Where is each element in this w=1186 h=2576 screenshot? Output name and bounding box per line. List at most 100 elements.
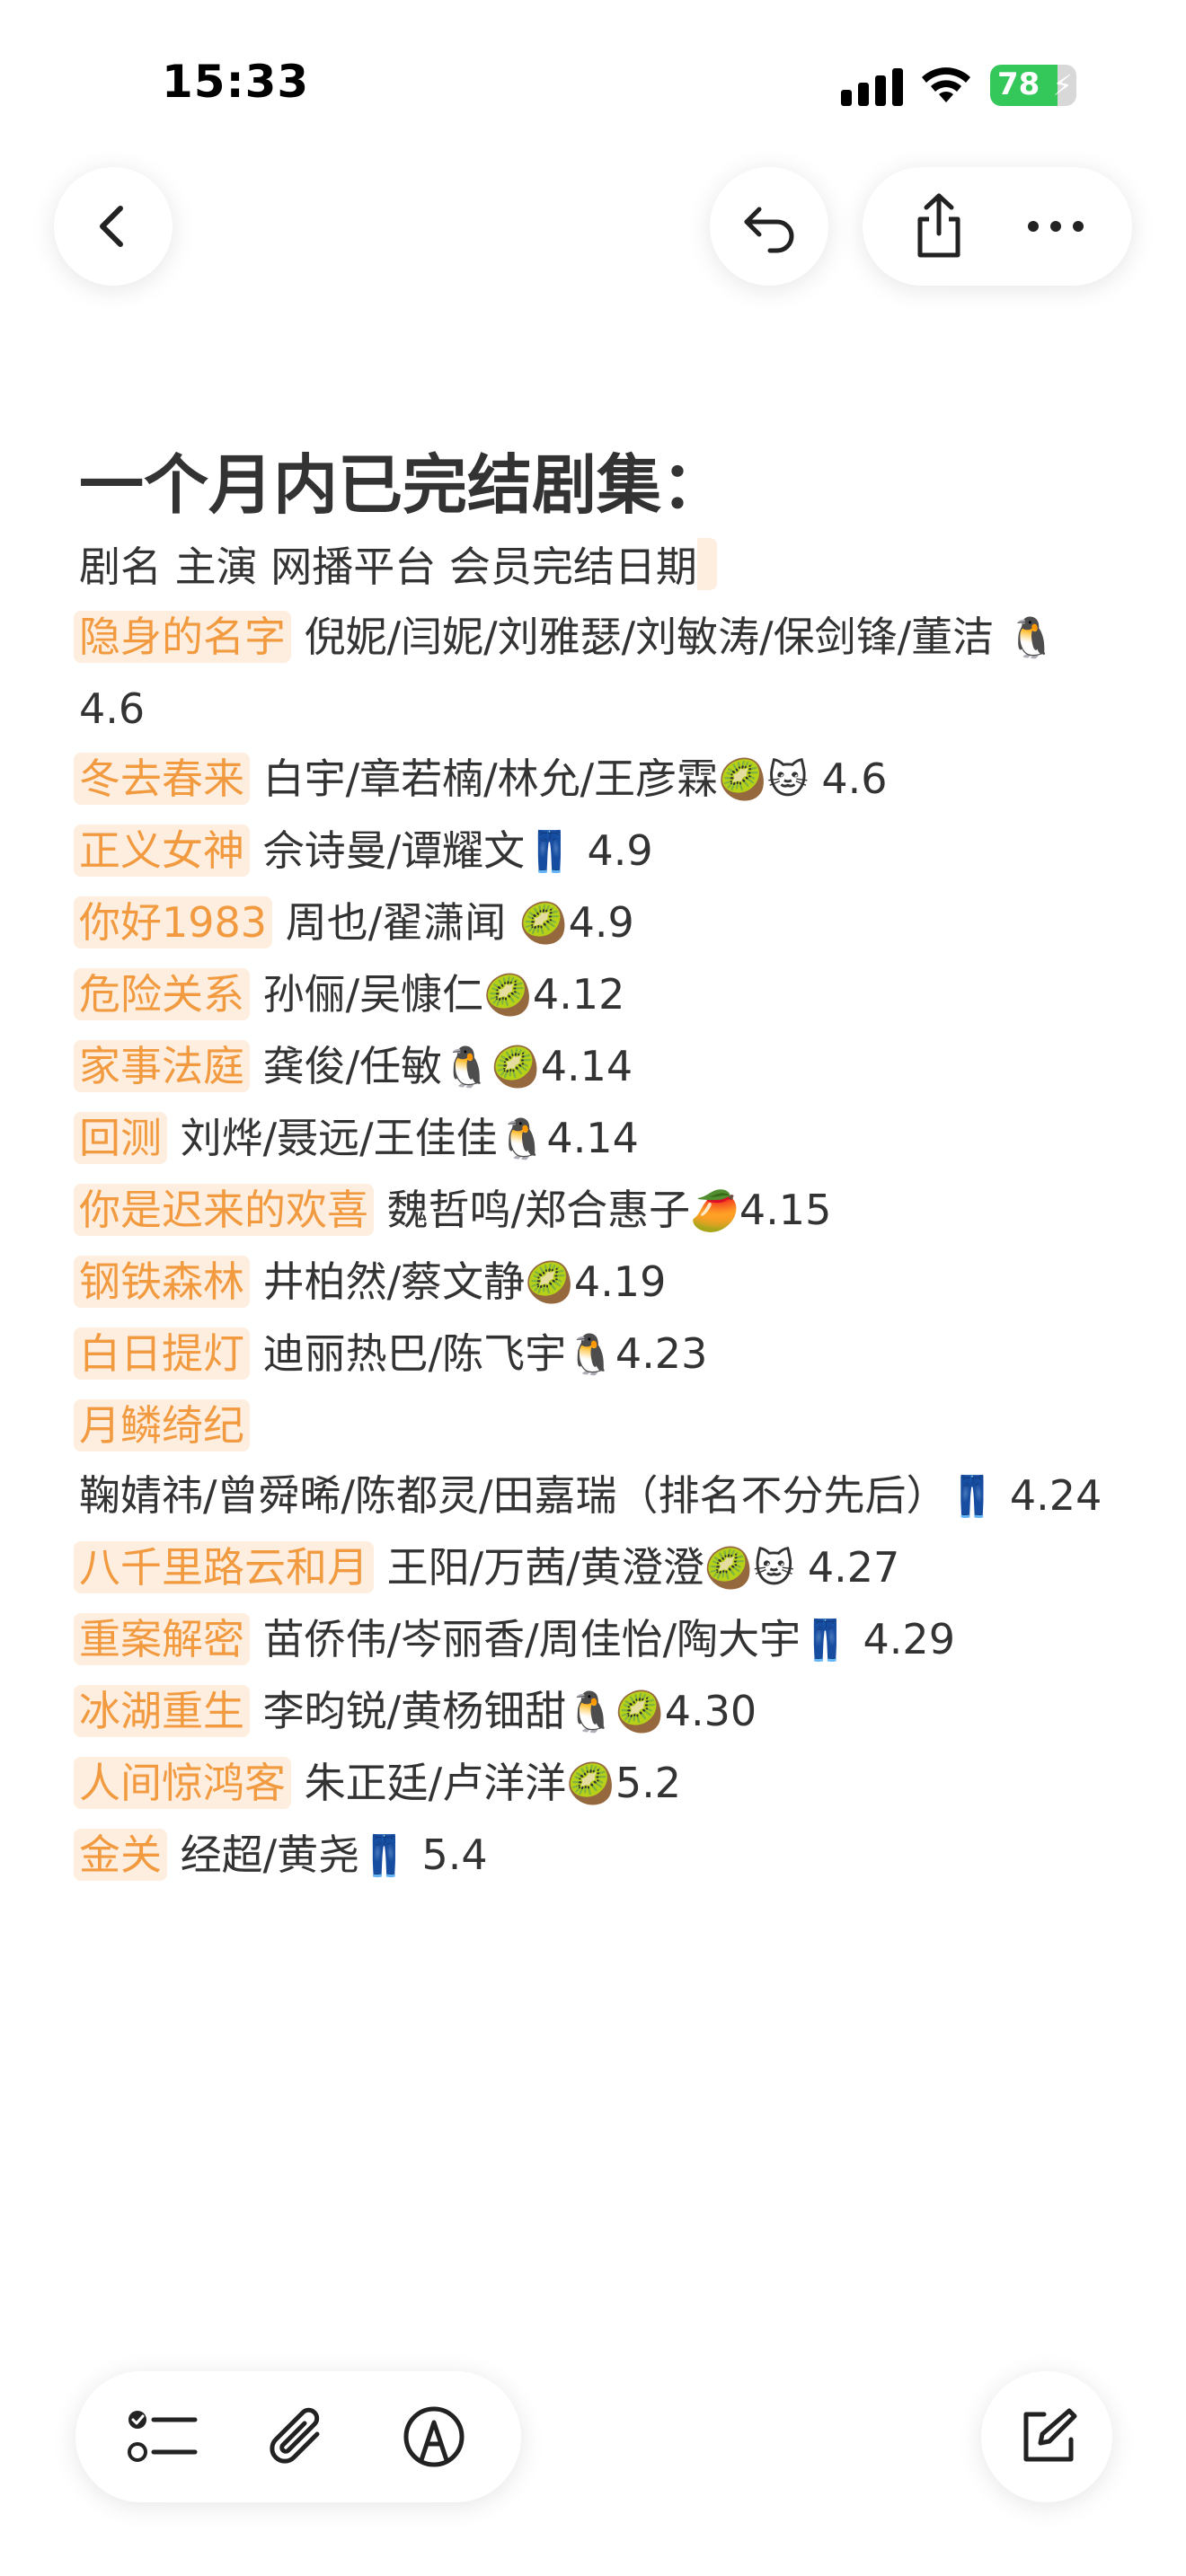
platform-emoji: 👖: [801, 1618, 850, 1663]
finish-date: 4.12: [532, 970, 625, 1019]
finish-date: 4.14: [540, 1042, 633, 1090]
note-header-line: 剧名 主演 网播平台 会员完结日期: [79, 532, 1121, 602]
more-icon: [1028, 221, 1084, 232]
drama-name: 你好1983: [74, 896, 273, 948]
note-actions-group: [863, 167, 1132, 286]
compose-icon: [1023, 2408, 1077, 2462]
cellular-signal-icon: [841, 68, 903, 106]
attach-button[interactable]: [244, 2383, 352, 2491]
drama-entry: 正义女神 佘诗曼/谭耀文👖 4.9: [74, 816, 1121, 887]
drama-entry: 你好1983 周也/翟潇闻 🥝4.9: [74, 887, 1121, 959]
finish-date: 4.30: [664, 1687, 757, 1735]
drama-name: 人间惊鸿客: [74, 1757, 291, 1809]
drama-name: 冰湖重生: [74, 1685, 250, 1737]
drama-name: 隐身的名字: [74, 611, 291, 663]
share-button[interactable]: [890, 177, 988, 276]
platform-emoji: 🥭: [690, 1188, 739, 1234]
finish-date: 4.15: [739, 1186, 832, 1234]
drama-entry: 冰湖重生 李昀锐/黄杨钿甜🐧🥝4.30: [74, 1676, 1121, 1748]
undo-button[interactable]: [710, 167, 828, 286]
drama-entry: 金关 经超/黄尧👖 5.4: [74, 1820, 1121, 1892]
cast-list: 孙俪/吴慷仁: [250, 970, 484, 1019]
note-title: 一个月内已完结剧集：: [79, 447, 727, 523]
platform-emoji: 🥝🐱: [704, 1546, 795, 1592]
drama-list: 隐身的名字 倪妮/闫妮/刘雅瑟/刘敏涛/保剑锋/董洁 🐧4.6 冬去春来 白宇/章…: [74, 602, 1121, 1892]
platform-emoji: 👖: [947, 1474, 997, 1520]
chevron-left-icon: [100, 206, 123, 247]
platform-emoji: 🐧: [497, 1116, 547, 1162]
drama-name: 你是迟来的欢喜: [74, 1184, 374, 1236]
note-body[interactable]: 一个月内已完结剧集： 剧名 主演 网播平台 会员完结日期 隐身的名字 倪妮/闫妮…: [74, 440, 1121, 1892]
cast-list: 龚俊/任敏: [250, 1042, 443, 1090]
status-time: 15:33: [162, 56, 310, 108]
platform-emoji: 👖: [359, 1833, 409, 1879]
back-button[interactable]: [54, 167, 173, 286]
platform-emoji: 🥝: [518, 901, 569, 947]
compose-button[interactable]: [981, 2371, 1112, 2502]
drama-name: 钢铁森林: [74, 1256, 250, 1308]
cast-list: 迪丽热巴/陈飞宇: [250, 1329, 567, 1378]
share-icon: [917, 193, 960, 258]
finish-date: 4.6: [79, 684, 146, 733]
cast-list: 井柏然/蔡文静: [250, 1257, 526, 1306]
finish-date: 4.6: [808, 754, 888, 803]
drama-name: 八千里路云和月: [74, 1541, 374, 1593]
pen-circle-icon: [403, 2406, 465, 2467]
platform-emoji: 🥝: [566, 1761, 615, 1807]
platform-emoji: 🥝: [525, 1260, 574, 1306]
drama-name: 冬去春来: [74, 753, 250, 805]
cast-list: 魏哲鸣/郑合惠子: [374, 1186, 691, 1234]
cast-list: 佘诗曼/谭耀文: [250, 826, 526, 875]
drama-name: 重案解密: [74, 1613, 250, 1665]
cast-list: 朱正廷/卢洋洋: [291, 1759, 567, 1807]
finish-date: 4.9: [568, 898, 634, 947]
finish-date: 4.24: [996, 1471, 1102, 1520]
drama-entry: 白日提灯 迪丽热巴/陈飞宇🐧4.23: [74, 1319, 1121, 1390]
drama-name: 金关: [74, 1829, 167, 1881]
finish-date: 4.14: [546, 1114, 639, 1162]
battery-percent: 78: [997, 66, 1040, 102]
drama-entry: 重案解密 苗侨伟/岑丽香/周佳怡/陶大宇👖 4.29: [74, 1604, 1121, 1676]
charging-bolt-icon: ⚡: [1052, 68, 1073, 102]
cast-list: 白宇/章若楠/林允/王彦霖: [250, 754, 719, 803]
drama-entry: 月鳞绮纪 鞠婧祎/曾舜晞/陈都灵/田嘉瑞（排名不分先后）👖 4.24: [74, 1390, 1121, 1532]
drama-name: 正义女神: [74, 825, 250, 877]
platform-emoji: 🐧: [566, 1332, 615, 1378]
drama-name: 回测: [74, 1112, 167, 1164]
highlight-marker: [696, 538, 717, 590]
finish-date: 4.23: [615, 1329, 708, 1378]
drama-entry: 家事法庭 龚俊/任敏🐧🥝4.14: [74, 1031, 1121, 1103]
finish-date: 4.29: [849, 1615, 955, 1663]
cast-list: 鞠婧祎/曾舜晞/陈都灵/田嘉瑞（排名不分先后）: [79, 1471, 948, 1520]
drama-entry: 危险关系 孙俪/吴慷仁🥝4.12: [74, 959, 1121, 1031]
drama-entry: 钢铁森林 井柏然/蔡文静🥝4.19: [74, 1247, 1121, 1319]
drama-entry: 八千里路云和月 王阳/万茜/黄澄澄🥝🐱 4.27: [74, 1532, 1121, 1604]
drama-entry: 回测 刘烨/聂远/王佳佳🐧4.14: [74, 1103, 1121, 1175]
checklist-icon: [128, 2411, 198, 2462]
more-button[interactable]: [1006, 177, 1105, 276]
drama-name: 危险关系: [74, 968, 250, 1020]
drama-entry: 冬去春来 白宇/章若楠/林允/王彦霖🥝🐱 4.6: [74, 744, 1121, 816]
checklist-button[interactable]: [109, 2383, 217, 2491]
finish-date: 5.4: [408, 1831, 488, 1879]
status-bar: 15:33 78 ⚡: [0, 0, 1186, 171]
cast-list: 经超/黄尧: [167, 1831, 360, 1879]
paperclip-icon: [270, 2407, 320, 2464]
platform-emoji: 👖: [525, 829, 574, 875]
cast-list: 王阳/万茜/黄澄澄: [374, 1543, 704, 1592]
finish-date: 5.2: [615, 1759, 682, 1807]
drama-entry: 隐身的名字 倪妮/闫妮/刘雅瑟/刘敏涛/保剑锋/董洁 🐧 4.6: [74, 602, 1121, 744]
bottom-toolbar: [75, 2371, 521, 2502]
cast-list: 周也/翟潇闻: [272, 898, 519, 947]
undo-icon: [744, 207, 794, 253]
platform-emoji: 🐧🥝: [566, 1689, 665, 1735]
platform-emoji: 🥝: [483, 973, 533, 1019]
finish-date: 4.9: [573, 826, 653, 875]
note-header-text: 剧名 主演 网播平台 会员完结日期: [79, 543, 697, 591]
platform-emoji: 🐧: [1006, 615, 1057, 661]
drama-entry: 你是迟来的欢喜 魏哲鸣/郑合惠子🥭4.15: [74, 1175, 1121, 1247]
drama-name: 家事法庭: [74, 1040, 250, 1092]
finish-date: 4.27: [794, 1543, 900, 1592]
markup-button[interactable]: [380, 2383, 488, 2491]
platform-emoji: 🥝🐱: [718, 757, 809, 803]
